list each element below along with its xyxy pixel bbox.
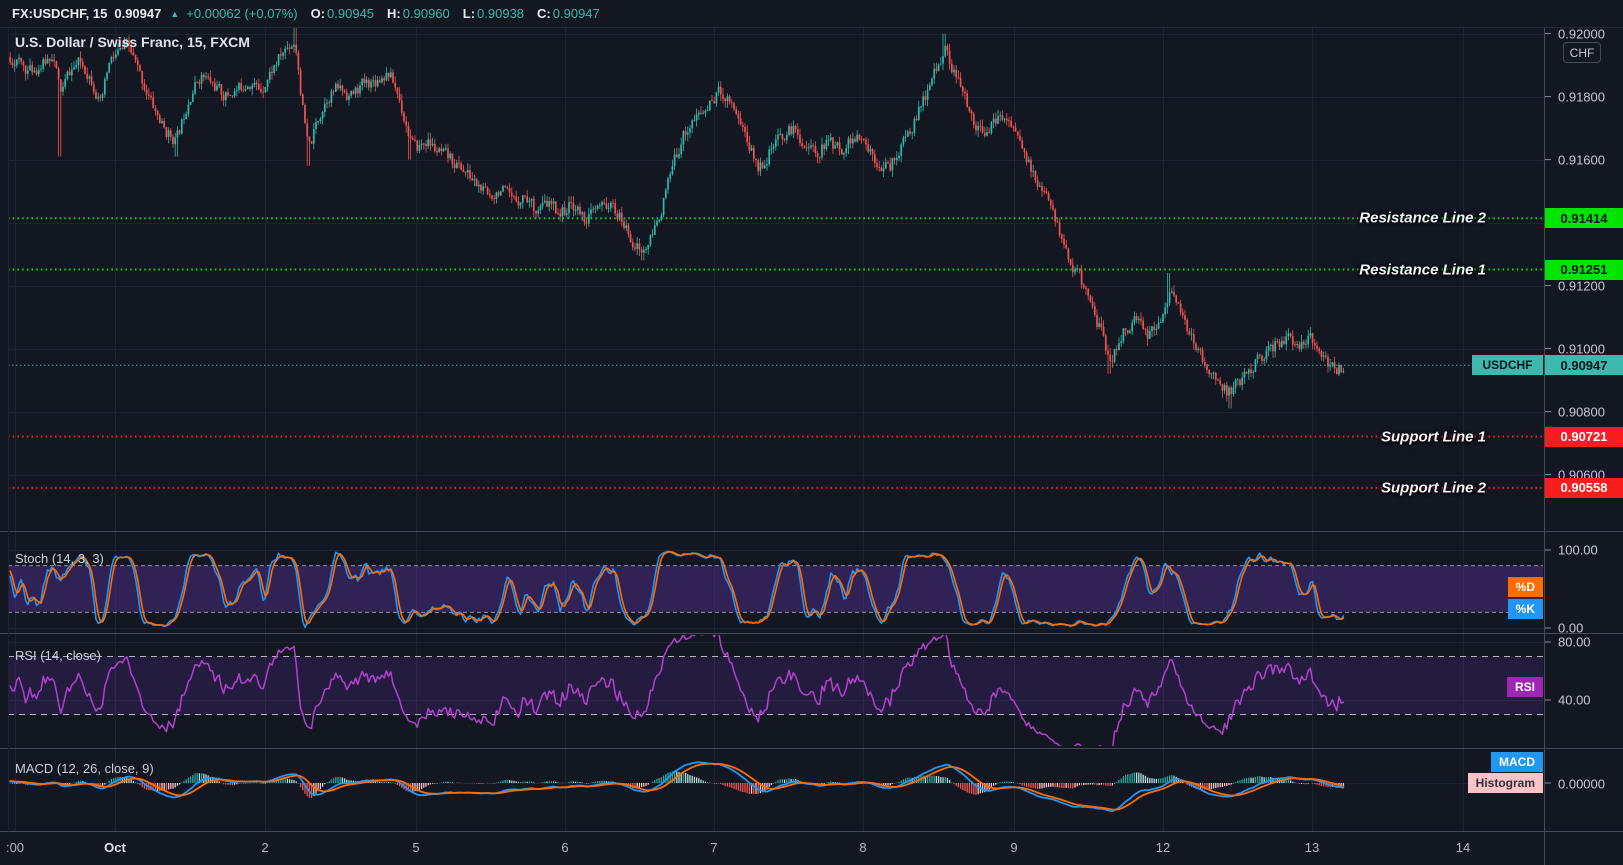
level-line-label: Support Line 1 (1381, 428, 1486, 445)
stoch-percent-d-badge: %D (1507, 577, 1543, 597)
time-axis-label: 12 (1155, 840, 1171, 855)
rsi-axis-tick: 80.00 (1558, 634, 1591, 650)
time-axis-label: 5 (412, 840, 420, 855)
tradingview-chart-window: FX:USDCHF, 15 0.90947 ▲ +0.00062 (+0.07%… (0, 0, 1623, 865)
price-axis-label: 0.91000 (1558, 341, 1605, 357)
macd-histogram-badge: Histogram (1467, 773, 1543, 793)
price-axis-label: 0.91800 (1558, 89, 1605, 105)
time-axis-label: 14 (1455, 840, 1471, 855)
open-value: 0.90945 (327, 6, 375, 21)
time-axis-label: 9 (1010, 840, 1018, 855)
time-axis-label: 8 (859, 840, 867, 855)
stoch-legend[interactable]: Stoch (14, 3, 3) (15, 551, 104, 566)
low-value: 0.90938 (477, 6, 525, 21)
last-price-symbol-badge: USDCHF (1472, 355, 1543, 375)
level-price-badge: 0.90558 (1545, 477, 1623, 498)
level-price-badge: 0.90721 (1545, 426, 1623, 447)
time-axis-label: 6 (561, 840, 569, 855)
time-axis-label: 7 (710, 840, 718, 855)
rsi-legend[interactable]: RSI (14, close) (15, 648, 101, 663)
chart-canvas[interactable] (0, 0, 1623, 865)
rsi-badge: RSI (1506, 677, 1543, 697)
rsi-axis-tick: 40.00 (1558, 692, 1591, 708)
price-change: +0.00062 (+0.07%) (186, 6, 298, 21)
macd-badge: MACD (1491, 752, 1543, 772)
level-line-label: Support Line 2 (1381, 479, 1486, 497)
symbol-name[interactable]: FX:USDCHF, 15 (12, 6, 107, 21)
currency-chip[interactable]: CHF (1563, 42, 1601, 63)
time-axis-label: :00 (5, 840, 25, 855)
stoch-percent-k-badge: %K (1507, 599, 1543, 619)
price-axis-label: 0.90800 (1558, 404, 1605, 420)
time-axis-label: 13 (1304, 840, 1320, 855)
close-label: C: (537, 6, 551, 21)
last-price: 0.90947 (114, 6, 162, 21)
macd-axis-tick: 0.00000 (1558, 776, 1605, 792)
level-price-badge: 0.91251 (1545, 259, 1623, 280)
level-price-badge: 0.91414 (1545, 208, 1623, 229)
price-axis-label: 0.91600 (1558, 152, 1605, 168)
close-value: 0.90947 (552, 6, 600, 21)
macd-legend[interactable]: MACD (12, 26, close, 9) (15, 761, 154, 776)
high-value: 0.90960 (402, 6, 450, 21)
price-axis-label: 0.92000 (1558, 26, 1605, 42)
level-line-label: Resistance Line 1 (1359, 261, 1486, 279)
symbol-info-bar: FX:USDCHF, 15 0.90947 ▲ +0.00062 (+0.07%… (0, 0, 1623, 27)
high-label: H: (387, 6, 401, 21)
stoch-axis-tick: 100.00 (1558, 542, 1598, 558)
chart-title-legend[interactable]: U.S. Dollar / Swiss Franc, 15, FXCM (15, 34, 250, 50)
time-axis-label: Oct (104, 840, 126, 855)
stoch-axis-tick: 0.00 (1558, 620, 1584, 636)
last-price-badge: 0.90947 (1545, 355, 1623, 375)
price-axis-label: 0.91200 (1558, 278, 1605, 294)
open-label: O: (310, 6, 326, 21)
level-line-label: Resistance Line 2 (1359, 209, 1486, 227)
time-axis-label: 2 (261, 840, 269, 855)
price-up-arrow-icon: ▲ (170, 8, 180, 19)
low-label: L: (462, 6, 476, 21)
